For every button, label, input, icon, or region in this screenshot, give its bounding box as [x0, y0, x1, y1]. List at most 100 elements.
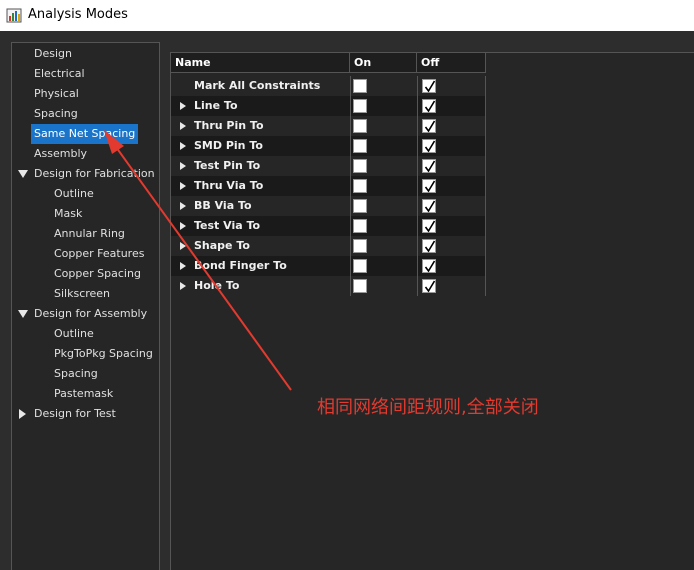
column-divider	[417, 136, 418, 156]
row-label: BB Via To	[194, 199, 252, 212]
table-row[interactable]: Hole To	[171, 276, 486, 296]
off-checkbox[interactable]	[422, 159, 436, 173]
tree-item[interactable]: Design for Test	[31, 404, 119, 424]
column-divider	[350, 96, 351, 116]
tree-item[interactable]: Annular Ring	[51, 224, 128, 244]
tree-item[interactable]: Outline	[51, 184, 97, 204]
tree-item[interactable]: Design for Fabrication	[31, 164, 158, 184]
column-divider	[350, 236, 351, 256]
row-label: Mark All Constraints	[194, 79, 321, 92]
column-divider	[350, 276, 351, 296]
on-checkbox[interactable]	[353, 159, 367, 173]
tree-item[interactable]: Copper Spacing	[51, 264, 144, 284]
column-divider	[350, 116, 351, 136]
table-row[interactable]: Line To	[171, 96, 486, 116]
table-row[interactable]: Test Via To	[171, 216, 486, 236]
column-divider	[350, 256, 351, 276]
expand-right-icon[interactable]	[180, 242, 186, 250]
row-label: Shape To	[194, 239, 250, 252]
column-divider	[417, 76, 418, 96]
tree-item[interactable]: Electrical	[31, 64, 88, 84]
column-divider	[417, 256, 418, 276]
table-row[interactable]: Thru Pin To	[171, 116, 486, 136]
column-divider	[350, 196, 351, 216]
on-checkbox[interactable]	[353, 99, 367, 113]
column-divider	[485, 116, 486, 136]
title-bar: Analysis Modes	[0, 0, 694, 31]
tree-item[interactable]: Silkscreen	[51, 284, 113, 304]
app-icon	[6, 8, 22, 23]
row-label: Test Pin To	[194, 159, 261, 172]
column-divider	[417, 236, 418, 256]
expand-right-icon[interactable]	[180, 262, 186, 270]
expand-right-icon[interactable]	[180, 142, 186, 150]
on-checkbox[interactable]	[353, 179, 367, 193]
column-header-off[interactable]: Off	[417, 53, 486, 73]
column-divider	[350, 156, 351, 176]
tree-item[interactable]: Physical	[31, 84, 82, 104]
column-divider	[485, 256, 486, 276]
off-checkbox[interactable]	[422, 199, 436, 213]
tree-item[interactable]: Pastemask	[51, 384, 116, 404]
expand-right-icon[interactable]	[19, 409, 26, 419]
expand-right-icon[interactable]	[180, 282, 186, 290]
tree-item[interactable]: Same Net Spacing	[31, 124, 139, 144]
category-tree: Design Electrical Physical Spacing Same Net …	[11, 42, 160, 570]
on-checkbox[interactable]	[353, 79, 367, 93]
tree-item[interactable]: Design	[31, 44, 75, 64]
off-checkbox[interactable]	[422, 259, 436, 273]
on-checkbox[interactable]	[353, 259, 367, 273]
off-checkbox[interactable]	[422, 79, 436, 93]
column-divider	[485, 156, 486, 176]
on-checkbox[interactable]	[353, 139, 367, 153]
column-header-on[interactable]: On	[350, 53, 417, 73]
expand-right-icon[interactable]	[180, 102, 186, 110]
row-label: Line To	[194, 99, 238, 112]
column-divider	[350, 176, 351, 196]
column-divider	[485, 176, 486, 196]
expand-right-icon[interactable]	[180, 182, 186, 190]
row-label: Thru Via To	[194, 179, 264, 192]
tree-item[interactable]: Spacing	[51, 364, 101, 384]
expand-down-icon[interactable]	[18, 170, 28, 178]
table-row[interactable]: SMD Pin To	[171, 136, 486, 156]
column-divider	[417, 216, 418, 236]
expand-right-icon[interactable]	[180, 202, 186, 210]
tree-item[interactable]: Mask	[51, 204, 85, 224]
column-divider	[417, 196, 418, 216]
expand-right-icon[interactable]	[180, 162, 186, 170]
expand-right-icon[interactable]	[180, 122, 186, 130]
on-checkbox[interactable]	[353, 119, 367, 133]
off-checkbox[interactable]	[422, 119, 436, 133]
column-divider	[485, 216, 486, 236]
column-header-name[interactable]: Name	[171, 53, 350, 73]
tree-item[interactable]: Outline	[51, 324, 97, 344]
off-checkbox[interactable]	[422, 139, 436, 153]
expand-right-icon[interactable]	[180, 222, 186, 230]
off-checkbox[interactable]	[422, 239, 436, 253]
table-row[interactable]: Mark All Constraints	[171, 76, 486, 96]
on-checkbox[interactable]	[353, 279, 367, 293]
on-checkbox[interactable]	[353, 239, 367, 253]
on-checkbox[interactable]	[353, 219, 367, 233]
expand-down-icon[interactable]	[18, 310, 28, 318]
table-row[interactable]: Thru Via To	[171, 176, 486, 196]
table-row[interactable]: Test Pin To	[171, 156, 486, 176]
tree-item[interactable]: PkgToPkg Spacing	[51, 344, 156, 364]
row-label: SMD Pin To	[194, 139, 263, 152]
tree-item[interactable]: Assembly	[31, 144, 90, 164]
tree-item[interactable]: Design for Assembly	[31, 304, 150, 324]
off-checkbox[interactable]	[422, 179, 436, 193]
on-checkbox[interactable]	[353, 199, 367, 213]
table-row[interactable]: Shape To	[171, 236, 486, 256]
constraint-grid: Name On Off Mark All Constraints Line To T…	[170, 52, 694, 570]
table-row[interactable]: Bond Finger To	[171, 256, 486, 276]
dialog-body: Design Electrical Physical Spacing Same Net …	[0, 31, 694, 570]
off-checkbox[interactable]	[422, 219, 436, 233]
off-checkbox[interactable]	[422, 279, 436, 293]
tree-item[interactable]: Copper Features	[51, 244, 147, 264]
table-row[interactable]: BB Via To	[171, 196, 486, 216]
off-checkbox[interactable]	[422, 99, 436, 113]
column-divider	[417, 96, 418, 116]
tree-item[interactable]: Spacing	[31, 104, 81, 124]
